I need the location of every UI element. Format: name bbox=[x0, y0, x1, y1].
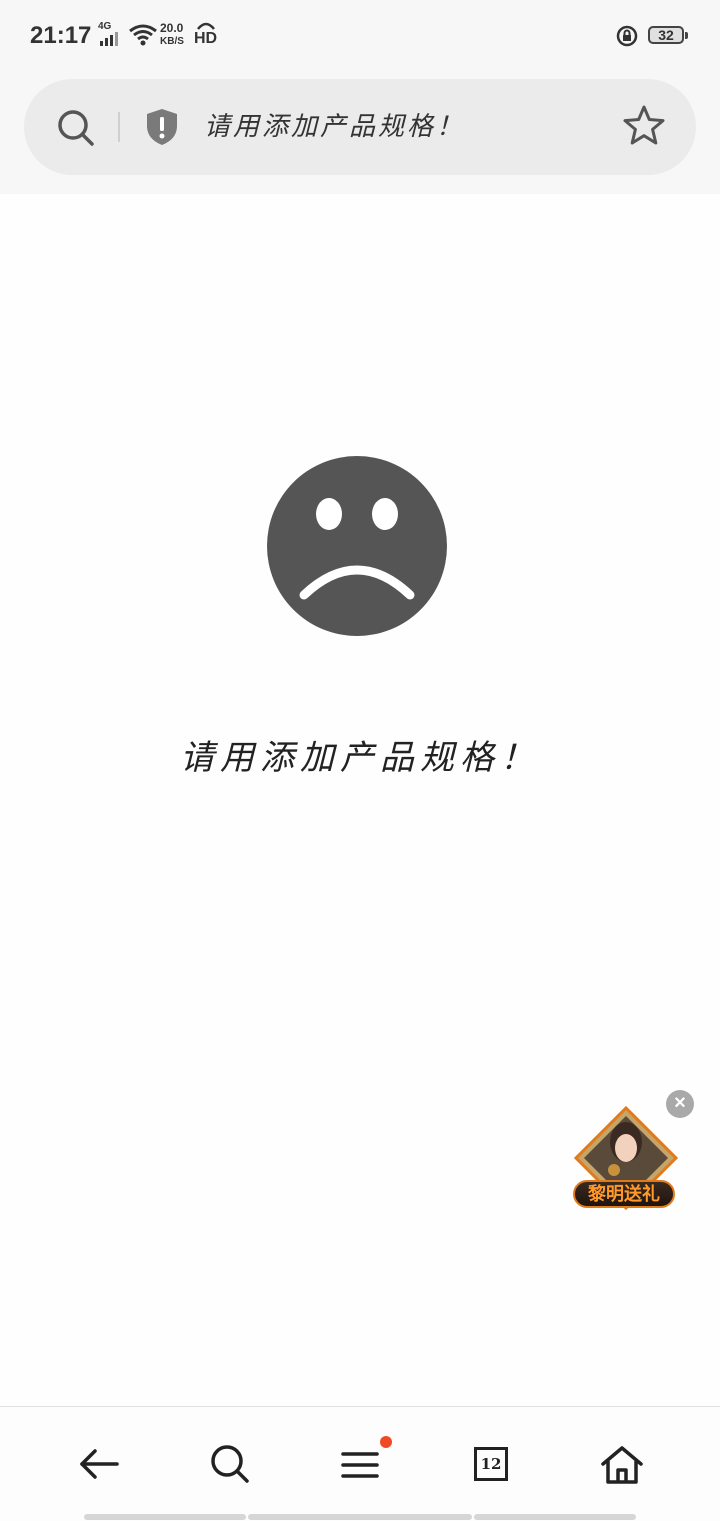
tabs-icon[interactable]: 12 bbox=[474, 1447, 508, 1481]
wifi-icon bbox=[129, 24, 157, 46]
search-icon[interactable] bbox=[56, 108, 96, 148]
menu-icon[interactable] bbox=[340, 1444, 380, 1484]
search-icon[interactable] bbox=[210, 1444, 250, 1484]
home-icon[interactable] bbox=[600, 1444, 644, 1486]
battery-tip bbox=[685, 32, 688, 39]
promo-close-button[interactable]: × bbox=[666, 1090, 694, 1118]
network-type: 4G bbox=[98, 21, 112, 32]
star-icon[interactable] bbox=[623, 105, 665, 145]
address-divider bbox=[118, 112, 120, 142]
notification-dot bbox=[380, 1436, 392, 1448]
gesture-bar-center bbox=[248, 1514, 472, 1520]
status-time: 21:17 bbox=[30, 22, 92, 49]
main-content bbox=[0, 194, 720, 1406]
hd-indicator: HD bbox=[194, 30, 218, 47]
signal-icon bbox=[100, 32, 118, 46]
shield-icon[interactable] bbox=[145, 108, 179, 146]
back-icon[interactable] bbox=[78, 1444, 120, 1484]
gesture-bar-right bbox=[474, 1514, 636, 1520]
battery-indicator: 32 bbox=[648, 26, 684, 44]
page-title[interactable]: 请用添加产品规格！ bbox=[204, 106, 465, 143]
error-message: 请用添加产品规格！ bbox=[180, 738, 540, 778]
sad-face-icon bbox=[267, 456, 447, 636]
call-icon bbox=[197, 22, 215, 30]
rotation-lock-icon bbox=[616, 25, 638, 47]
promo-badge[interactable]: 黎明送礼 bbox=[573, 1180, 675, 1208]
gesture-bar-left bbox=[84, 1514, 246, 1520]
network-speed: 20.0 KB/S bbox=[160, 21, 184, 48]
